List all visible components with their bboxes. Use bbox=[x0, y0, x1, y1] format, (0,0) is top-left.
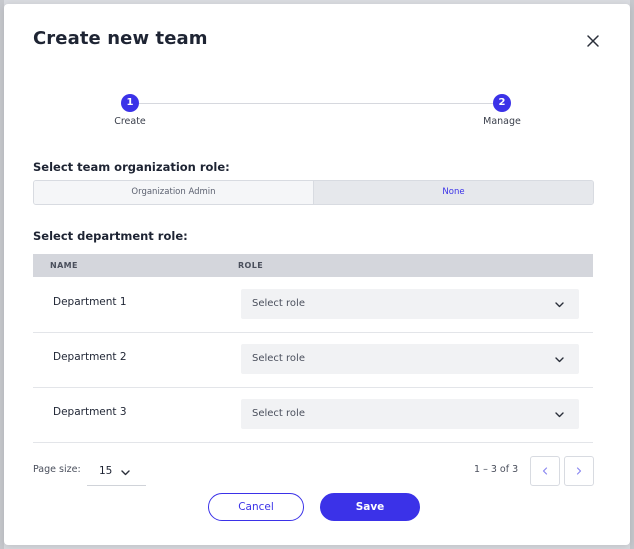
org-role-label: Select team organization role: bbox=[33, 160, 230, 174]
cancel-button[interactable]: Cancel bbox=[208, 493, 304, 521]
dept-role-label: Select department role: bbox=[33, 229, 188, 243]
dialog-title: Create new team bbox=[33, 28, 208, 49]
role-select[interactable]: Select role bbox=[241, 344, 579, 374]
chevron-left-icon bbox=[542, 467, 548, 475]
chevron-down-icon bbox=[555, 302, 564, 308]
backdrop-right bbox=[630, 0, 634, 549]
step-create[interactable]: 1 Create bbox=[100, 94, 160, 127]
step-label: Manage bbox=[483, 116, 521, 127]
page-size-select[interactable]: 15 bbox=[87, 456, 146, 486]
org-role-option-none[interactable]: None bbox=[314, 181, 593, 204]
role-select[interactable]: Select role bbox=[241, 399, 579, 429]
department-name: Department 1 bbox=[53, 296, 127, 308]
create-team-dialog: Create new team 1 Create 2 Manage Select… bbox=[4, 4, 630, 545]
department-name: Department 2 bbox=[53, 351, 127, 363]
save-button[interactable]: Save bbox=[320, 493, 420, 521]
column-header-name: NAME bbox=[50, 261, 78, 270]
step-number: 1 bbox=[121, 94, 139, 112]
step-number: 2 bbox=[493, 94, 511, 112]
table-row: Department 1 Select role bbox=[33, 278, 593, 333]
previous-page-button[interactable] bbox=[530, 456, 560, 486]
table-row: Department 3 Select role bbox=[33, 388, 593, 443]
chevron-down-icon bbox=[555, 357, 564, 363]
chevron-down-icon bbox=[121, 470, 130, 476]
org-role-segmented-control: Organization Admin None bbox=[33, 180, 594, 205]
role-select-placeholder: Select role bbox=[252, 408, 305, 419]
role-select-placeholder: Select role bbox=[252, 298, 305, 309]
step-manage[interactable]: 2 Manage bbox=[472, 94, 532, 127]
table-header: NAME ROLE bbox=[33, 254, 593, 277]
chevron-right-icon bbox=[576, 467, 582, 475]
table-row: Department 2 Select role bbox=[33, 333, 593, 388]
close-button[interactable] bbox=[584, 32, 602, 50]
pagination-range: 1 – 3 of 3 bbox=[474, 464, 519, 475]
role-select[interactable]: Select role bbox=[241, 289, 579, 319]
page-size-value: 15 bbox=[99, 465, 113, 477]
org-role-option-admin[interactable]: Organization Admin bbox=[34, 181, 314, 204]
page-size-label: Page size: bbox=[33, 464, 81, 475]
stepper: 1 Create 2 Manage bbox=[4, 94, 630, 134]
chevron-down-icon bbox=[555, 412, 564, 418]
role-select-placeholder: Select role bbox=[252, 353, 305, 364]
next-page-button[interactable] bbox=[564, 456, 594, 486]
column-header-role: ROLE bbox=[238, 261, 264, 270]
close-icon bbox=[587, 35, 599, 47]
stepper-line bbox=[139, 103, 493, 104]
department-name: Department 3 bbox=[53, 406, 127, 418]
step-label: Create bbox=[114, 116, 146, 127]
